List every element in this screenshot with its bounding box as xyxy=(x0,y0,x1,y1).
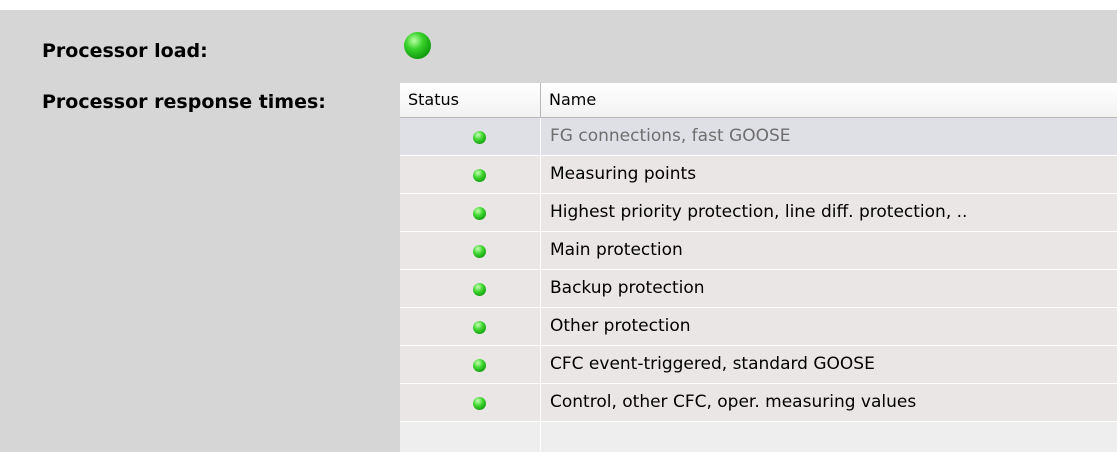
name-cell: Main protection xyxy=(550,240,683,260)
status-ok-icon xyxy=(473,169,486,182)
status-cell xyxy=(400,194,541,231)
name-cell: CFC event-triggered, standard GOOSE xyxy=(550,354,875,374)
top-divider xyxy=(0,0,1117,10)
name-cell: Measuring points xyxy=(550,164,697,184)
status-cell xyxy=(400,118,541,155)
table-row[interactable]: Backup protection xyxy=(400,270,1117,308)
status-cell xyxy=(400,346,541,383)
status-cell xyxy=(400,270,541,307)
name-cell: Control, other CFC, oper. measuring valu… xyxy=(550,392,917,412)
name-cell: Highest priority protection, line diff. … xyxy=(550,202,968,222)
diagnostics-panel: Processor load: Processor response times… xyxy=(0,0,1117,452)
status-cell xyxy=(400,384,541,421)
status-ok-icon xyxy=(473,245,486,258)
column-header-status[interactable]: Status xyxy=(400,83,541,117)
status-ok-icon xyxy=(473,359,486,372)
table-body: FG connections, fast GOOSE Measuring poi… xyxy=(400,118,1117,452)
empty-table-row xyxy=(400,422,1117,452)
table-row[interactable]: CFC event-triggered, standard GOOSE xyxy=(400,346,1117,384)
status-ok-icon xyxy=(473,397,486,410)
column-header-name[interactable]: Name xyxy=(541,83,1117,117)
empty-status-cell xyxy=(400,422,541,452)
status-ok-icon xyxy=(473,131,486,144)
status-ok-icon xyxy=(473,283,486,296)
status-cell xyxy=(400,156,541,193)
status-cell xyxy=(400,232,541,269)
table-row[interactable]: Highest priority protection, line diff. … xyxy=(400,194,1117,232)
table-header: Status Name xyxy=(400,83,1117,118)
table-row[interactable]: Control, other CFC, oper. measuring valu… xyxy=(400,384,1117,422)
table-row[interactable]: Main protection xyxy=(400,232,1117,270)
table-row[interactable]: Other protection xyxy=(400,308,1117,346)
processor-response-times-label: Processor response times: xyxy=(42,91,326,113)
table-row[interactable]: FG connections, fast GOOSE xyxy=(400,118,1117,156)
status-cell xyxy=(400,308,541,345)
name-cell: Backup protection xyxy=(550,278,705,298)
processor-load-label: Processor load: xyxy=(42,40,208,62)
status-ok-icon xyxy=(473,321,486,334)
name-cell: Other protection xyxy=(550,316,691,336)
status-ok-icon xyxy=(473,207,486,220)
response-times-table: Status Name FG connections, fast GOOSE M… xyxy=(400,83,1117,452)
table-row[interactable]: Measuring points xyxy=(400,156,1117,194)
name-cell: FG connections, fast GOOSE xyxy=(550,126,791,146)
processor-load-status-icon xyxy=(404,32,431,59)
